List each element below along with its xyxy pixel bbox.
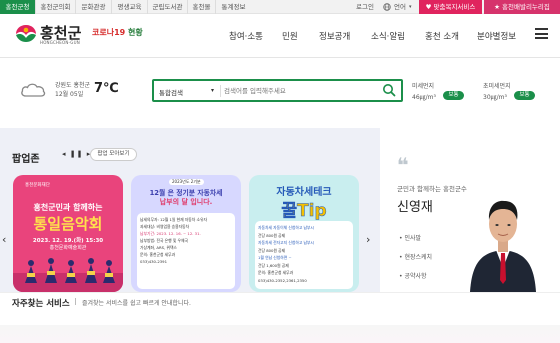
tab-education[interactable]: 평생교육 — [111, 0, 147, 14]
welfare-service-button[interactable]: ♥ 맞춤복지서비스 — [419, 0, 482, 14]
tab-statistics[interactable]: 통계정보 — [215, 0, 251, 14]
nav-participation[interactable]: 참여·소통 — [229, 30, 263, 42]
ultrafine-dust-label: 초미세먼지 — [483, 83, 511, 90]
nav-about[interactable]: 홍천 소개 — [425, 30, 459, 42]
card2-detail: 033)430-2391 — [140, 259, 168, 264]
services-strip — [0, 325, 560, 343]
card2-detail: 가상계좌, ARS, 위택스 — [140, 245, 177, 250]
card1-line2: 통일음악회 — [33, 215, 103, 233]
heart-icon: ♥ — [425, 3, 434, 11]
card2-detail: 납부방법: 전국 은행 및 우체국 — [140, 238, 189, 243]
mayor-link-label: 인사말 — [404, 235, 422, 242]
popup-controls[interactable]: ◂ ❚❚ ▸ — [62, 150, 91, 158]
card2-line2: 납부의 달 입니다. — [159, 198, 213, 206]
login-link[interactable]: 로그인 — [356, 0, 374, 14]
card3-detail: 건당 800원 공제 — [258, 232, 286, 238]
popup-next-arrow-icon[interactable]: › — [366, 233, 370, 246]
search-box: 통합검색 ▾ — [152, 79, 403, 102]
popup-prev-arrow-icon[interactable]: ‹ — [2, 233, 6, 246]
weather-date: 12월 05일 — [55, 91, 84, 98]
card2-line1: 12월 은 정기분 자동차세 — [149, 189, 223, 197]
card3-detail: 033)430-2352,2361,2350 — [258, 277, 307, 283]
tab-tourism[interactable]: 문화관광 — [75, 0, 111, 14]
card2-detail: 문의: 홍천군청 세무과 — [140, 252, 176, 257]
weather-location-name: 강원도 홍천군 — [55, 82, 91, 89]
frequent-services-subtitle: 즐겨찾는 서비스를 쉽고 빠르게 안내합니다. — [82, 300, 191, 307]
fine-dust-status-badge: 보통 — [443, 91, 464, 100]
popup-view-all-button[interactable]: 팝업 모아보기 — [90, 148, 137, 161]
search-scope-select[interactable]: 통합검색 — [159, 87, 183, 97]
tab-council[interactable]: 홍천군의회 — [35, 0, 75, 14]
mayor-link-label: 공약사항 — [404, 273, 427, 280]
chevron-down-icon[interactable]: ▾ — [211, 87, 214, 94]
chevron-down-icon[interactable]: ▾ — [409, 0, 412, 14]
card2-detail: 납부기간: 2023. 12. 16. ~ 12. 31. — [140, 231, 201, 236]
language-select[interactable]: 언어 — [394, 0, 406, 14]
search-input[interactable] — [224, 84, 374, 98]
card2-detail: 납세의무자: 12월 1일 현재 자동차 소유자 — [140, 217, 207, 222]
card3-detail: 1월 연납 신청하면 ~ — [258, 255, 292, 260]
tab-gunhall[interactable]: 홍천군청 — [0, 0, 35, 14]
card3-detail: 건당 1,600원 공제 — [258, 262, 289, 268]
main-header — [0, 14, 560, 58]
card3-detail: 자동차세 자동이체 신청하고 납부시 — [258, 225, 315, 230]
temperature: 7℃ — [94, 81, 119, 96]
divider — [75, 298, 76, 305]
nav-field-info[interactable]: 분야별정보 — [477, 30, 516, 42]
online-portal-label: 홍천배발리누리집 — [502, 3, 550, 11]
logo-subtext: HONGCHEON-GUN — [40, 40, 80, 45]
popup-zone-title: 팝업존 — [12, 154, 40, 165]
menu-icon[interactable] — [535, 28, 548, 39]
globe-icon — [383, 3, 391, 11]
star-icon: ★ — [494, 3, 503, 11]
mayor-subtitle: 군민과 함께하는 홍천군수 — [397, 185, 467, 193]
card1-date: 2023. 12. 19.(화) 15:30 — [32, 238, 104, 244]
card3-detail: 건당 800원 공제 — [258, 247, 286, 253]
tab-library[interactable]: 군립도서관 — [147, 0, 187, 14]
covid-suffix: 현황 — [128, 28, 143, 37]
card3-detail: 문의: 홍천군청 세무과 — [258, 270, 294, 275]
card1-venue: 홍천문화예술회관 — [49, 245, 87, 251]
frequent-services-title: 자주찾는 서비스 — [12, 299, 70, 309]
popup-card-concert[interactable]: 홍천문화재단 홍천군민과 함께하는 통일음악회 2023. 12. 19.(화)… — [13, 175, 123, 292]
nav-news[interactable]: 소식·알림 — [371, 30, 405, 42]
tab-mall[interactable]: 홍천몰 — [187, 0, 215, 14]
online-portal-button[interactable]: ★ 홍천배발리누리집 — [484, 0, 560, 14]
mayor-link-greeting[interactable]: • 인사말 — [399, 233, 421, 242]
quote-icon: ❝ — [397, 153, 409, 177]
mayor-link-sketch[interactable]: • 현장스케치 — [399, 252, 432, 261]
search-icon[interactable] — [382, 83, 396, 97]
ultrafine-dust-value: 30㎍/m³ — [483, 94, 507, 101]
weather-location: 강원도 홍천군 12월 05일 — [55, 81, 90, 99]
card3-line2: 꿀Tip — [281, 201, 327, 222]
card2-detail: 과세대상: 비영업용 승용자동차 — [140, 224, 190, 229]
mayor-link-label: 현장스케치 — [404, 254, 433, 261]
card2-details-box: 납세의무자: 12월 1일 현재 자동차 소유자 과세대상: 비영업용 승용자동… — [137, 213, 235, 289]
welfare-service-label: 맞춤복지서비스 — [433, 3, 476, 11]
card1-line1: 홍천군민과 함께하는 — [33, 203, 103, 212]
mayor-portrait — [470, 200, 536, 292]
covid-status-link[interactable]: 코로나19 현황 — [92, 27, 143, 38]
popup-card-tax-tip[interactable]: 자동차세테크 꿀Tip 자동차세 자동이체 신청하고 납부시 건당 800원 공… — [249, 175, 359, 292]
nav-civil-service[interactable]: 민원 — [282, 30, 298, 42]
card3-details-box: 자동차세 자동이체 신청하고 납부시 건당 800원 공제 자동차세 전자고지 … — [255, 221, 353, 289]
fine-dust-value: 46㎍/m³ — [412, 94, 436, 101]
ultrafine-dust-status-badge: 보통 — [514, 91, 535, 100]
popup-card-car-tax[interactable]: 2023년도 2기분 12월 은 정기분 자동차세 납부의 달 입니다. 납세의… — [131, 175, 241, 292]
mayor-link-pledges[interactable]: • 공약사항 — [399, 271, 427, 280]
dancers-illustration — [13, 258, 123, 292]
cloud-icon — [21, 83, 46, 97]
hongcheon-logo-icon[interactable] — [14, 23, 38, 43]
card3-detail: 자동차세 전자고지 신청하고 납부시 — [258, 240, 315, 245]
nav-information[interactable]: 정보공개 — [319, 30, 350, 42]
card1-org: 홍천문화재단 — [25, 183, 50, 188]
card2-tag: 2023년도 2기분 — [169, 179, 204, 185]
fine-dust-label: 미세먼지 — [412, 83, 435, 90]
mayor-name: 신영재 — [397, 200, 433, 215]
search-divider — [220, 85, 221, 97]
covid-prefix: 코로나19 — [92, 28, 126, 37]
